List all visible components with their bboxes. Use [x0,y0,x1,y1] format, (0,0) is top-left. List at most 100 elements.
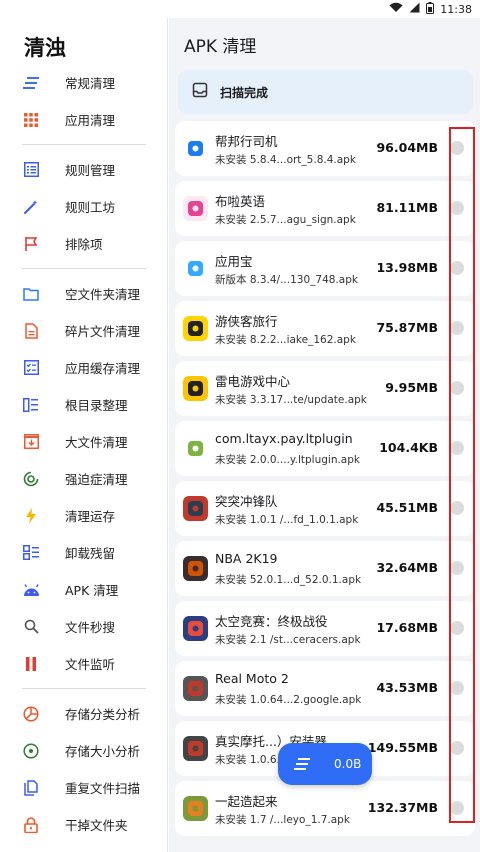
apk-detail: 未安装 2.0.0....y.ltplugin.apk [215,454,360,466]
sidebar-item-pause[interactable]: 文件监听 [0,645,167,682]
sidebar-item-document[interactable]: 碎片文件清理 [0,312,167,349]
sidebar-item-sweep[interactable]: 常规清理 [0,64,167,101]
sidebar-item-flag[interactable]: 排除项 [0,225,167,262]
apk-list-item[interactable]: 一起造起来 未安装 1.7 /...leyo_1.7.apk 132.37MB [175,781,475,836]
apk-detail: 未安装 1.0.64...2.google.apk [215,694,362,706]
inbox-icon [192,82,208,102]
apk-detail: 未安装 3.3.17...te/update.apk [215,394,367,406]
lock-icon [22,816,40,834]
sidebar-item-target[interactable]: 强迫症清理 [0,460,167,497]
apk-size: 45.51MB [376,500,438,515]
apk-size: 17.68MB [376,620,438,635]
apk-list-item[interactable]: Real Moto 2 未安装 1.0.64...2.google.apk 43.5… [175,661,475,716]
app-icon [183,796,208,821]
apk-list-item[interactable]: 帮邦行司机 未安装 5.8.4...ort_5.8.4.apk 96.04MB [175,121,475,176]
apk-name: 游侠客旅行 [215,314,278,329]
sidebar-item-magic-wand[interactable]: 规则工坊 [0,188,167,225]
apk-detail: 未安装 8.2.2...iake_162.apk [215,334,356,346]
apk-list-item[interactable]: 布啦英语未安装 2.5.7...agu_sign.apk 81.11MB [175,181,475,236]
wifi-icon [389,2,403,16]
apk-size: 149.55MB [367,740,438,755]
sidebar-item-label: 卸载残留 [65,546,116,561]
app-icon [183,256,208,281]
apk-name: 布啦英语 [215,194,266,209]
nav-divider [22,688,146,689]
apk-size: 13.98MB [376,260,438,275]
app-icon [183,196,208,221]
sidebar-item-label: 空文件夹清理 [65,287,141,302]
radio-column-highlight [449,127,475,823]
nav-divider [22,268,146,269]
status-time: 11:38 [440,2,472,16]
apk-size: 104.4KB [379,440,438,455]
app-title: 清浊 [24,36,66,60]
apk-list-item[interactable]: 游侠客旅行未安装 8.2.2...iake_162.apk 75.87MB [175,301,475,356]
sidebar-item-label: 存储大小分析 [65,744,141,759]
lightning-icon [22,507,40,525]
disk-icon [22,742,40,760]
sidebar-item-checklist[interactable]: 应用缓存清理 [0,349,167,386]
app-icon [183,676,208,701]
sidebar-item-lock[interactable]: 干掉文件夹 [0,806,167,843]
flag-icon [22,235,40,253]
sidebar-item-folder[interactable]: 空文件夹清理 [0,275,167,312]
main-content: APK 清理 扫描完成 帮邦行司机 未安装 5.8.4...ort_5.8.4.a… [169,18,480,852]
sidebar-item-archive[interactable]: 大文件清理 [0,423,167,460]
apk-list-item[interactable]: 雷电游戏中心 未安装 3.3.17...te/update.apk 9.95MB [175,361,475,416]
apk-name: 突突冲锋队 [215,494,278,509]
apk-size: 81.11MB [376,200,438,215]
apk-size: 9.95MB [385,380,438,395]
apk-size: 43.53MB [376,680,438,695]
sidebar-item-label: 文件秒搜 [65,620,116,635]
sidebar-item-label: 规则管理 [65,163,116,178]
scan-status-banner: 扫描完成 [178,70,473,114]
apk-detail: 未安装 2.1 /st...ceracers.apk [215,634,361,646]
apk-detail: 新版本 8.3.4/...130_748.apk [215,274,358,286]
apk-name: 太空竞赛：终极战役 [215,614,328,629]
sidebar-item-label: 清理运存 [65,509,116,524]
clean-fab-button[interactable]: 0.0B [278,743,372,785]
apk-list-item[interactable]: 突突冲锋队 未安装 1.0.1 /...fd_1.0.1.apk 45.51MB [175,481,475,536]
sidebar-item-pie-chart[interactable]: 存储分类分析 [0,695,167,732]
sweep-icon [22,74,40,92]
battery-icon [426,1,435,17]
app-icon [183,556,208,581]
app-icon [183,736,208,761]
sidebar-item-label: 重复文件扫描 [65,781,141,796]
sidebar-item-android[interactable]: APK 清理 [0,571,167,608]
app-icon [183,496,208,521]
apk-list-item[interactable]: 太空竞赛：终极战役未安装 2.1 /st...ceracers.apk 17.68… [175,601,475,656]
signal-icon [409,2,420,16]
sidebar-item-label: 规则工坊 [65,200,116,215]
sidebar-item-label: 存储分类分析 [65,707,141,722]
sidebar-item-search[interactable]: 文件秒搜 [0,608,167,645]
sidebar-item-label: 碎片文件清理 [65,324,141,339]
apps-list-icon [22,544,40,562]
sidebar-item-label: 干掉文件夹 [65,818,128,833]
sidebar-item-label: 大文件清理 [65,435,128,450]
apk-size: 96.04MB [376,140,438,155]
sweep-icon [294,755,310,774]
app-icon [183,436,208,461]
apk-list-item[interactable]: 应用宝新版本 8.3.4/...130_748.apk 13.98MB [175,241,475,296]
sidebar-item-copy[interactable]: 重复文件扫描 [0,769,167,806]
sidebar-item-lightning[interactable]: 清理运存 [0,497,167,534]
apk-list-item[interactable]: NBA 2K19 未安装 52.0.1...d_52.0.1.apk 32.64MB [175,541,475,596]
apk-name: 一起造起来 [215,794,278,809]
copy-icon [22,779,40,797]
sidebar-item-grid[interactable]: 应用清理 [0,101,167,138]
apk-list-item[interactable]: com.ltayx.pay.ltplugin 未安装 2.0.0....y.ltp… [175,421,475,476]
apk-size: 75.87MB [376,320,438,335]
sidebar-item-columns[interactable]: 根目录整理 [0,386,167,423]
apk-name: 应用宝 [215,254,253,269]
sidebar-item-apps-list[interactable]: 卸载残留 [0,534,167,571]
magic-wand-icon [22,198,40,216]
checklist-icon [22,359,40,377]
sidebar-item-disk[interactable]: 存储大小分析 [0,732,167,769]
apk-detail: 未安装 2.5.7...agu_sign.apk [215,214,356,226]
columns-icon [22,396,40,414]
sidebar-item-list[interactable]: 规则管理 [0,151,167,188]
page-title: APK 清理 [184,37,257,57]
folder-icon [22,285,40,303]
target-icon [22,470,40,488]
